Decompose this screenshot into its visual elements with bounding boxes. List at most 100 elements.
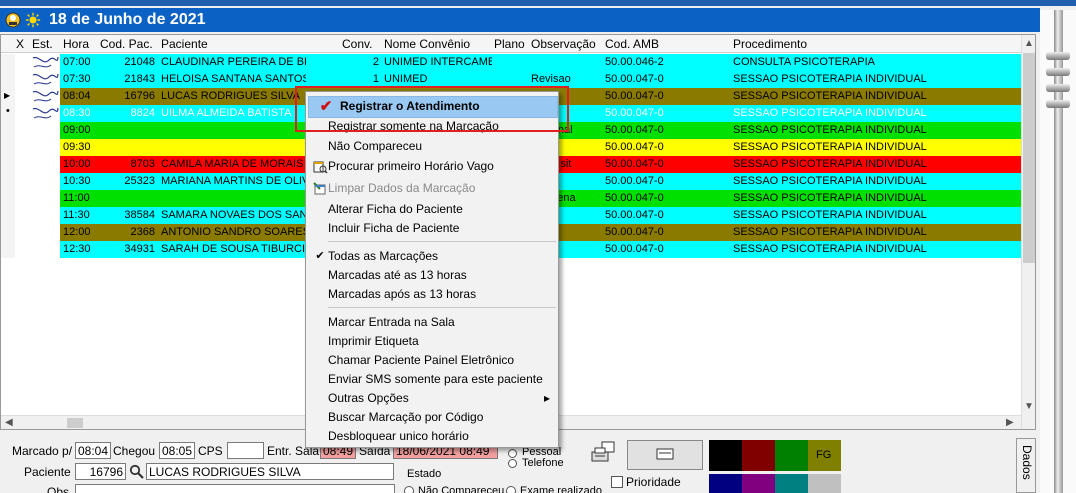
color-swatch[interactable] [775,474,808,493]
menu-item[interactable]: Marcar Entrada na Sala [308,313,558,332]
row-indicator[interactable] [1,156,15,173]
row-indicator[interactable] [1,139,15,156]
vertical-scroll-thumb[interactable] [1023,53,1035,263]
obs-field[interactable] [75,484,395,493]
estado-label: Estado [407,468,442,480]
menu-item[interactable]: Desbloquear unico horário [308,427,558,446]
row-indicator[interactable]: ▶ [1,88,15,105]
table-row[interactable]: 07:00 21048 CLAUDINAR PEREIRA DE BRITO 2 UNI… [1,54,1021,71]
chegou-field[interactable]: 08:05 [159,442,195,459]
menu-item[interactable]: Imprimir Etiqueta [308,332,558,351]
col-header-nome-convenio[interactable]: Nome Convênio [384,37,470,51]
scroll-up-icon[interactable]: ▲ [1024,38,1034,49]
col-header-hora[interactable]: Hora [63,37,89,51]
cell-paciente: CAMILA MARIA DE MORAIS SI [161,158,306,170]
cell-proc: SESSAO PSICOTERAPIA INDIVIDUAL [733,209,927,221]
paciente-code-field[interactable]: 16796 [75,463,126,480]
col-header-conv[interactable]: Conv. [342,37,372,51]
cell-proc: SESSAO PSICOTERAPIA INDIVIDUAL [733,158,927,170]
agenda-window: 18 de Junho de 2021 X Est. Hora Cod. Pac… [0,0,1076,493]
col-header-est[interactable]: Est. [32,37,53,51]
printer-icon[interactable] [590,440,616,466]
color-swatch[interactable] [742,474,775,493]
menu-item[interactable]: ✔ Todas as Marcações [308,247,558,266]
cps-field[interactable] [227,442,264,459]
color-swatch[interactable] [709,474,742,493]
color-swatch[interactable] [709,440,742,471]
obs-label: Obs [47,485,70,493]
pole-ring [1046,100,1070,108]
menu-item[interactable]: Chamar Paciente Painel Eletrônico [308,351,558,370]
exame-realizado-label: Exame realizado [520,485,602,493]
row-indicator[interactable]: • [1,105,15,122]
scroll-right-icon[interactable]: ▶ [1006,417,1014,428]
cell-amb: 50.00.046-2 [605,56,664,68]
color-swatch[interactable] [775,440,808,471]
menu-item[interactable]: Marcadas até as 13 horas [308,266,558,285]
action-button[interactable] [627,440,703,470]
search-icon[interactable] [129,464,145,480]
cell-conv: 1 [372,73,379,85]
cell-hora: 09:00 [63,124,91,136]
cell-amb: 50.00.047-0 [605,209,664,221]
menu-item[interactable]: Marcadas após as 13 horas [308,285,558,304]
cell-cod: 2368 [130,226,155,238]
cell-cod: 8703 [130,158,155,170]
col-header-procedimento[interactable]: Procedimento [733,37,807,51]
cell-amb: 50.00.047-0 [605,226,664,238]
cell-amb: 50.00.047-0 [605,175,664,187]
cell-amb: 50.00.047-0 [605,192,664,204]
marcado-label: Marcado p/ [12,444,73,458]
paciente-name-field[interactable]: LUCAS RODRIGUES SILVA [146,463,394,480]
row-indicator[interactable] [1,241,15,258]
telefone-label: Telefone [522,457,564,469]
row-indicator[interactable] [1,54,15,71]
row-indicator[interactable] [1,71,15,88]
decorative-pole [1040,10,1076,493]
prioridade-checkbox[interactable] [611,476,623,488]
menu-item[interactable]: Não Compareceu [308,137,558,156]
col-header-plano[interactable]: Plano [494,37,525,51]
col-header-paciente[interactable]: Paciente [161,37,208,51]
row-indicator[interactable] [1,207,15,224]
pole-bar [1054,10,1063,493]
cell-proc: SESSAO PSICOTERAPIA INDIVIDUAL [733,192,927,204]
color-swatch[interactable] [742,440,775,471]
row-indicator[interactable] [1,122,15,139]
row-indicator[interactable] [1,190,15,207]
menu-item[interactable]: Buscar Marcação por Código [308,408,558,427]
cell-amb: 50.00.047-0 [605,107,664,119]
vertical-scrollbar[interactable]: ▲ ▼ [1021,35,1035,429]
menu-item[interactable]: Alterar Ficha do Paciente [308,200,558,219]
person-icon[interactable] [5,12,21,28]
col-header-cod-pac[interactable]: Cod. Pac. [100,37,153,51]
marcado-field[interactable]: 08:04 [75,442,111,459]
pessoal-radio[interactable] [508,449,517,458]
status-icon [31,190,60,207]
row-indicator[interactable] [1,173,15,190]
scroll-down-icon[interactable]: ▼ [1024,401,1034,412]
col-header-cod-amb[interactable]: Cod. AMB [605,37,659,51]
context-menu: ✔ Registrar o Atendimento Registrar soment… [305,91,559,448]
menu-item[interactable]: Incluir Ficha de Paciente [308,219,558,238]
cell-hora: 07:30 [63,73,91,85]
nao-compareceu-label: Não Compareceu [418,485,505,493]
menu-item[interactable]: Enviar SMS somente para este paciente [308,370,558,389]
exame-realizado-radio[interactable] [506,486,516,493]
color-swatch[interactable] [808,474,841,493]
cell-conv: 2 [372,56,379,68]
menu-item[interactable]: Outras Opções ▸ [308,389,558,408]
row-indicator[interactable] [1,224,15,241]
menu-item[interactable]: Procurar primeiro Horário Vago [308,157,558,176]
nao-compareceu-radio[interactable] [404,486,414,493]
col-header-observacao[interactable]: Observação [531,37,596,51]
scroll-left-icon[interactable]: ◀ [5,417,13,428]
tab-dados[interactable]: Dados [1016,438,1036,493]
status-icon [31,139,60,156]
sun-icon[interactable] [25,12,41,28]
prioridade-label: Prioridade [626,475,681,489]
horizontal-scroll-thumb[interactable] [67,418,83,428]
col-header-x[interactable]: X [16,37,24,51]
color-swatch[interactable]: FG [808,440,841,471]
telefone-radio[interactable] [508,459,517,468]
